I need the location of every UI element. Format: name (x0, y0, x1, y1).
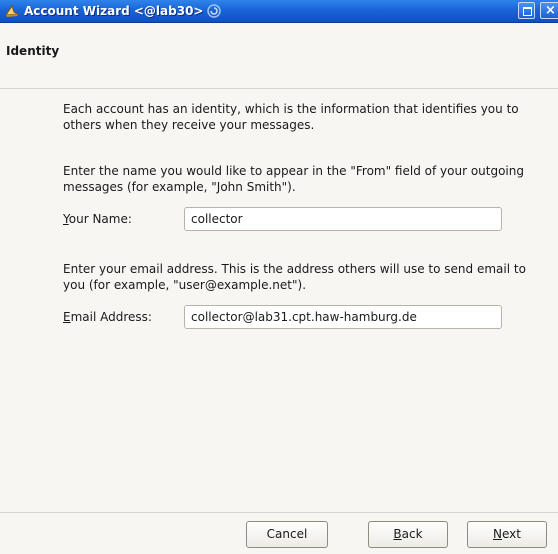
close-icon[interactable]: × (540, 2, 558, 19)
swirl-icon (206, 3, 222, 19)
maximize-icon[interactable] (518, 2, 535, 19)
next-button[interactable]: Next (467, 521, 547, 548)
name-description: Enter the name you would like to appear … (63, 164, 524, 194)
title-bar[interactable]: Account Wizard <@lab30> × (0, 0, 558, 23)
email-description: Enter your email address. This is the ad… (63, 262, 526, 292)
cancel-button[interactable]: Cancel (246, 521, 328, 548)
your-name-label: Your Name: (63, 212, 132, 226)
back-button[interactable]: Back (368, 521, 448, 548)
page-header: Identity (0, 23, 558, 89)
intro-text: Each account has an identity, which is t… (63, 102, 519, 132)
email-address-field[interactable]: collector@lab31.cpt.haw-hamburg.de (184, 305, 502, 329)
email-address-label: Email Address: (63, 310, 152, 324)
footer-separator (0, 512, 558, 513)
page-title: Identity (6, 44, 60, 58)
your-name-field[interactable]: collector (184, 207, 502, 231)
wizard-hat-icon (4, 3, 20, 19)
window-title: Account Wizard <@lab30> (24, 4, 204, 18)
